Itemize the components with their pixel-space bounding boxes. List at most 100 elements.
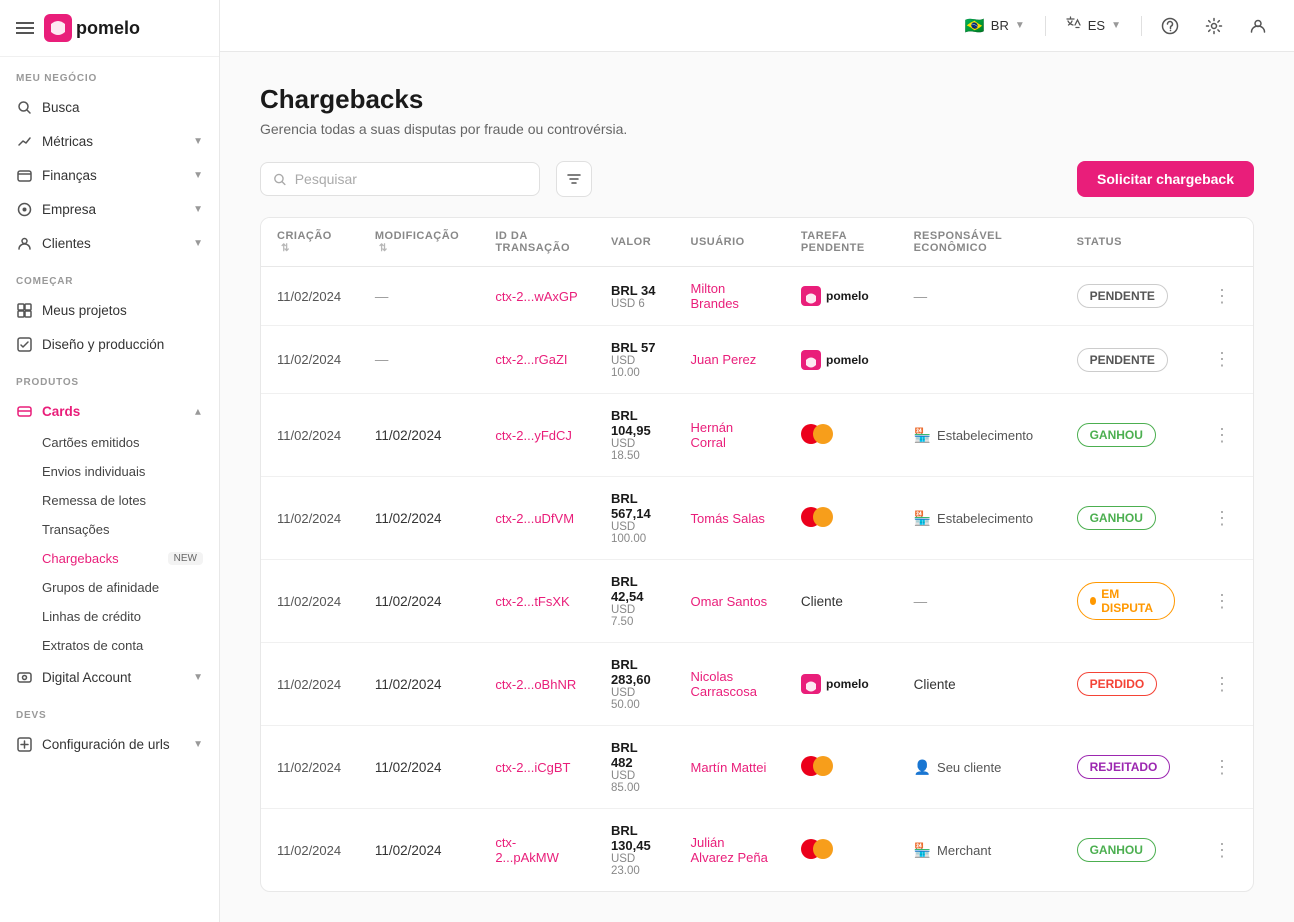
- transaction-link[interactable]: ctx-2...oBhNR: [495, 677, 576, 692]
- user-link[interactable]: Juan Perez: [691, 352, 757, 367]
- cards-label: Cards: [42, 404, 80, 419]
- table-row: 11/02/2024 11/02/2024 ctx-2...tFsXK BRL …: [261, 560, 1253, 643]
- settings-button[interactable]: [1198, 10, 1230, 42]
- header-modificacao[interactable]: MODIFICAÇÃO ⇅: [359, 218, 479, 267]
- brazil-flag-icon: 🇧🇷: [965, 16, 985, 36]
- status-cell: GANHOU: [1061, 477, 1191, 560]
- user-profile-button[interactable]: [1242, 10, 1274, 42]
- sidebar-item-metricas[interactable]: Métricas ▼: [0, 124, 219, 158]
- menu-toggle-button[interactable]: [16, 22, 34, 34]
- mastercard-icon: [801, 838, 837, 860]
- help-button[interactable]: [1154, 10, 1186, 42]
- status-cell: EM DISPUTA: [1061, 560, 1191, 643]
- modificacao-cell: 11/02/2024: [359, 560, 479, 643]
- sidebar-item-transacoes[interactable]: Transações: [0, 515, 219, 544]
- search-input[interactable]: [295, 171, 527, 187]
- sidebar-item-meus-projetos[interactable]: Meus projetos: [0, 293, 219, 327]
- svg-text:pomelo: pomelo: [826, 289, 869, 303]
- sidebar-item-extratos[interactable]: Extratos de conta: [0, 631, 219, 660]
- valor-cell: BRL 567,14 USD 100.00: [595, 477, 675, 560]
- section-produtos: PRODUTOS: [0, 361, 219, 394]
- user-link[interactable]: Hernán Corral: [691, 420, 734, 450]
- tx-id-cell: ctx-2...yFdCJ: [479, 394, 595, 477]
- row-menu-button[interactable]: ⋮: [1207, 838, 1237, 863]
- responsavel-cell: —: [898, 267, 1061, 326]
- sidebar-item-empresa[interactable]: Empresa ▼: [0, 192, 219, 226]
- sidebar-item-cards[interactable]: Cards ▼: [0, 394, 219, 428]
- language-selector[interactable]: ES ▼: [1058, 12, 1129, 39]
- sidebar-item-grupos[interactable]: Grupos de afinidade: [0, 573, 219, 602]
- sidebar-item-config-urls[interactable]: Configuración de urls ▼: [0, 727, 219, 761]
- warning-dot: [1090, 597, 1097, 605]
- user-link[interactable]: Julián Alvarez Peña: [691, 835, 768, 865]
- valor-cell: BRL 42,54 USD 7.50: [595, 560, 675, 643]
- status-badge: GANHOU: [1077, 838, 1156, 862]
- clients-icon: [16, 235, 32, 251]
- country-selector[interactable]: 🇧🇷 BR ▼: [957, 12, 1033, 40]
- sidebar-item-chargebacks[interactable]: Chargebacks NEW: [0, 544, 219, 573]
- header-tarefa-pendente: TAREFA PENDENTE: [785, 218, 898, 267]
- sidebar-item-linhas[interactable]: Linhas de crédito: [0, 602, 219, 631]
- tarefa-cell: [785, 477, 898, 560]
- chevron-down-icon: ▼: [193, 204, 203, 215]
- status-badge: REJEITADO: [1077, 755, 1171, 779]
- modificacao-cell: 11/02/2024: [359, 394, 479, 477]
- user-link[interactable]: Nicolas Carrascosa: [691, 669, 757, 699]
- sidebar-item-remessa[interactable]: Remessa de lotes: [0, 486, 219, 515]
- table-row: 11/02/2024 11/02/2024 ctx-2...yFdCJ BRL …: [261, 394, 1253, 477]
- transaction-link[interactable]: ctx-2...iCgBT: [495, 760, 570, 775]
- sidebar-item-digital-account[interactable]: Digital Account ▼: [0, 660, 219, 694]
- row-menu-button[interactable]: ⋮: [1207, 284, 1237, 309]
- row-menu-button[interactable]: ⋮: [1207, 347, 1237, 372]
- sidebar-item-envios[interactable]: Envios individuais: [0, 457, 219, 486]
- sidebar-item-busca[interactable]: Busca: [0, 90, 219, 124]
- search-icon: [16, 99, 32, 115]
- user-link[interactable]: Omar Santos: [691, 594, 768, 609]
- row-menu-button[interactable]: ⋮: [1207, 423, 1237, 448]
- header-criacao[interactable]: CRIAÇÃO ⇅: [261, 218, 359, 267]
- sidebar-item-diseno[interactable]: Diseño y producción: [0, 327, 219, 361]
- responsavel-cell: Cliente: [898, 643, 1061, 726]
- row-menu-button[interactable]: ⋮: [1207, 506, 1237, 531]
- row-menu-button[interactable]: ⋮: [1207, 755, 1237, 780]
- user-link[interactable]: Martín Mattei: [691, 760, 767, 775]
- tarefa-cell: pomelo: [785, 267, 898, 326]
- sidebar-item-cartoes[interactable]: Cartões emitidos: [0, 428, 219, 457]
- filter-button[interactable]: [556, 161, 592, 197]
- criacao-cell: 11/02/2024: [261, 394, 359, 477]
- tx-id-cell: ctx-2...iCgBT: [479, 726, 595, 809]
- solicitar-chargeback-button[interactable]: Solicitar chargeback: [1077, 161, 1254, 197]
- topbar: 🇧🇷 BR ▼ ES ▼: [220, 0, 1294, 52]
- responsavel-cell: 🏪Estabelecimento: [898, 477, 1061, 560]
- user-link[interactable]: Milton Brandes: [691, 281, 739, 311]
- table-row: 11/02/2024 11/02/2024 ctx-2...iCgBT BRL …: [261, 726, 1253, 809]
- valor-cell: BRL 104,95 USD 18.50: [595, 394, 675, 477]
- status-badge: GANHOU: [1077, 423, 1156, 447]
- transaction-link[interactable]: ctx-2...wAxGP: [495, 289, 577, 304]
- transaction-link[interactable]: ctx-2...tFsXK: [495, 594, 569, 609]
- valor-cell: BRL 130,45 USD 23.00: [595, 809, 675, 892]
- section-my-business: MEU NEGÓCIO: [0, 57, 219, 90]
- usuario-cell: Julián Alvarez Peña: [675, 809, 785, 892]
- transaction-link[interactable]: ctx-2...pAkMW: [495, 835, 559, 865]
- mastercard-icon: [801, 506, 837, 528]
- header-status: STATUS: [1061, 218, 1191, 267]
- section-comecar: COMEÇAR: [0, 260, 219, 293]
- translate-icon: [1066, 16, 1082, 35]
- criacao-cell: 11/02/2024: [261, 726, 359, 809]
- transaction-link[interactable]: ctx-2...rGaZI: [495, 352, 567, 367]
- transaction-link[interactable]: ctx-2...uDfVM: [495, 511, 574, 526]
- sidebar-item-clientes[interactable]: Clientes ▼: [0, 226, 219, 260]
- criacao-cell: 11/02/2024: [261, 560, 359, 643]
- table-row: 11/02/2024 11/02/2024 ctx-2...uDfVM BRL …: [261, 477, 1253, 560]
- row-menu-button[interactable]: ⋮: [1207, 589, 1237, 614]
- chargebacks-table: CRIAÇÃO ⇅ MODIFICAÇÃO ⇅ ID DA TRANSAÇÃO …: [260, 217, 1254, 892]
- topbar-divider: [1045, 16, 1046, 36]
- valor-cell: BRL 283,60 USD 50.00: [595, 643, 675, 726]
- row-menu-button[interactable]: ⋮: [1207, 672, 1237, 697]
- sidebar-item-financas[interactable]: Finanças ▼: [0, 158, 219, 192]
- transaction-link[interactable]: ctx-2...yFdCJ: [495, 428, 572, 443]
- clientes-label: Clientes: [42, 236, 91, 251]
- user-link[interactable]: Tomás Salas: [691, 511, 765, 526]
- criacao-cell: 11/02/2024: [261, 809, 359, 892]
